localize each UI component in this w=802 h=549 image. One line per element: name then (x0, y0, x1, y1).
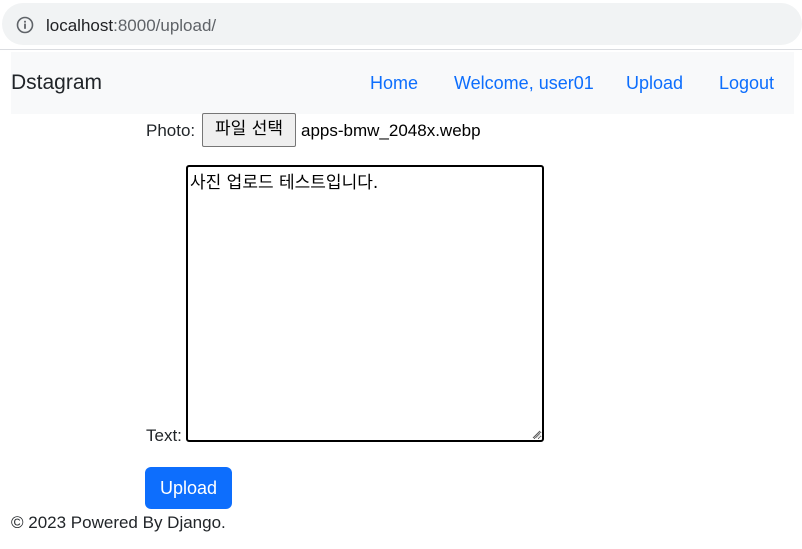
nav-home-link[interactable]: Home (370, 72, 418, 94)
nav-logout-link[interactable]: Logout (719, 72, 774, 94)
text-textarea[interactable]: 사진 업로드 테스트입니다. (186, 165, 544, 442)
navbar: Dstagram Home Welcome, user01 Upload Log… (11, 52, 794, 114)
nav-upload-link[interactable]: Upload (626, 72, 683, 94)
navbar-brand[interactable]: Dstagram (11, 71, 102, 95)
file-select-button[interactable]: 파일 선택 (202, 113, 296, 147)
browser-address-bar: localhost:8000/upload/ (0, 0, 802, 50)
text-label: Text: (146, 426, 182, 445)
url-path: :8000/upload/ (113, 16, 217, 35)
footer-text: © 2023 Powered By Django. (11, 513, 226, 532)
info-icon[interactable] (16, 16, 34, 34)
upload-submit-button[interactable]: Upload (145, 467, 232, 509)
url-field[interactable]: localhost:8000/upload/ (2, 3, 802, 45)
resize-grip-icon[interactable] (531, 429, 541, 439)
photo-label: Photo: (146, 121, 196, 140)
textarea-content: 사진 업로드 테스트입니다. (190, 173, 379, 193)
nav-welcome-link[interactable]: Welcome, user01 (454, 72, 594, 94)
selected-file-name: apps-bmw_2048x.webp (301, 121, 481, 140)
url-text[interactable]: localhost:8000/upload/ (46, 16, 216, 36)
url-host: localhost (46, 16, 114, 35)
